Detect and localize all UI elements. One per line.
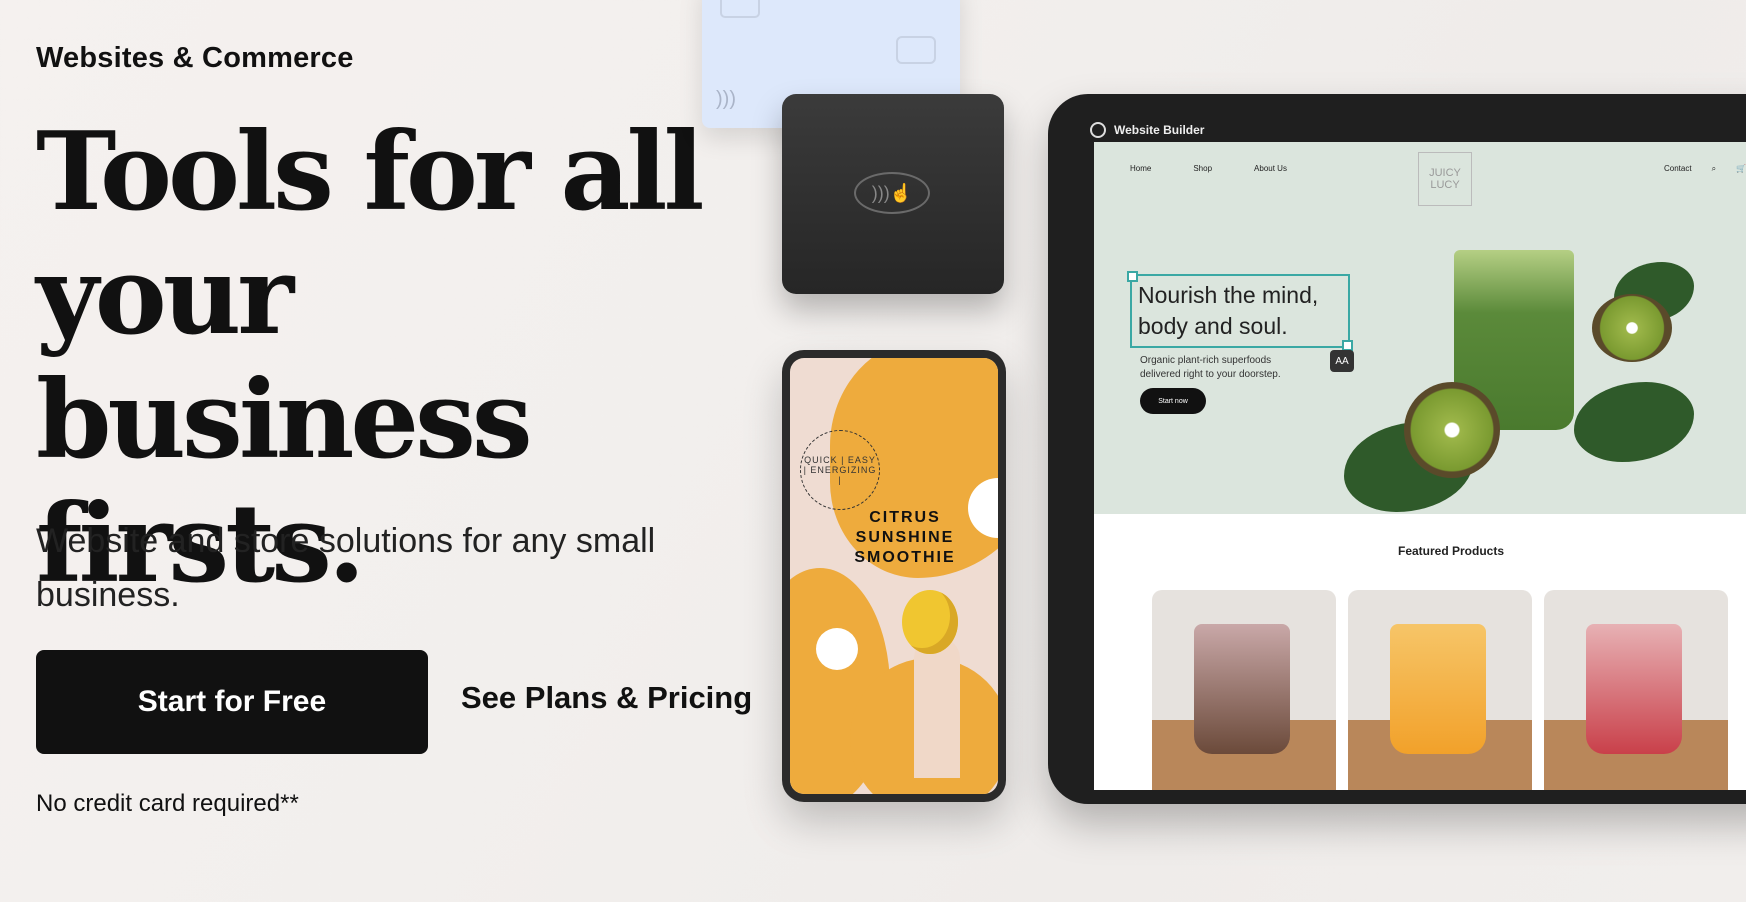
godaddy-logo-icon xyxy=(1090,122,1106,138)
orange-smoothie-image xyxy=(1390,624,1486,754)
hero-section: Websites & Commerce Tools for all your b… xyxy=(36,0,756,902)
website-preview: Home Shop About Us JUICY LUCY Contact ⌕ … xyxy=(1094,142,1746,790)
see-plans-pricing-link[interactable]: See Plans & Pricing xyxy=(461,680,752,716)
site-nav: Home Shop About Us xyxy=(1130,164,1287,173)
card-logo-icon xyxy=(720,0,760,18)
featured-products-title: Featured Products xyxy=(1397,544,1505,558)
leaf-image xyxy=(1574,382,1694,462)
nav-home[interactable]: Home xyxy=(1130,164,1151,173)
kiwi-image xyxy=(1404,382,1500,478)
hand-image xyxy=(914,638,960,778)
card-chip-icon xyxy=(896,36,936,64)
smoothie-title: CITRUS SUNSHINE SMOOTHIE xyxy=(854,509,956,566)
start-now-button[interactable]: Start now xyxy=(1140,388,1206,414)
eyebrow-label: Websites & Commerce xyxy=(36,42,354,74)
white-circle xyxy=(816,628,858,670)
phone-screen: QUICK | EASY | ENERGIZING | CITRUS SUNSH… xyxy=(790,358,998,794)
hero-subheading: Website and store solutions for any smal… xyxy=(36,522,656,614)
text-style-icon[interactable]: AA xyxy=(1330,350,1354,372)
cart-icon[interactable]: 🛒 xyxy=(1736,164,1746,174)
app-name: Website Builder xyxy=(1114,123,1205,137)
card-reader-image: )))☝ xyxy=(782,94,1004,294)
circular-badge-text: QUICK | EASY | ENERGIZING | xyxy=(800,430,880,510)
brand-logo: JUICY LUCY xyxy=(1418,152,1472,206)
kiwi-image xyxy=(1592,294,1672,362)
site-hero: Home Shop About Us JUICY LUCY Contact ⌕ … xyxy=(1094,142,1746,514)
phone-mockup: QUICK | EASY | ENERGIZING | CITRUS SUNSH… xyxy=(782,350,1006,802)
product-grid xyxy=(1152,590,1728,790)
site-nav-right: Contact ⌕ 🛒 xyxy=(1664,164,1746,174)
berry-smoothie-image xyxy=(1194,624,1290,754)
nav-about[interactable]: About Us xyxy=(1254,164,1287,173)
start-for-free-button[interactable]: Start for Free xyxy=(36,650,428,754)
contactless-icon: ))) xyxy=(716,88,736,110)
nav-shop[interactable]: Shop xyxy=(1193,164,1212,173)
tap-to-pay-icon: )))☝ xyxy=(854,172,930,214)
no-credit-card-note: No credit card required** xyxy=(36,790,299,817)
website-builder-bar: Website Builder xyxy=(1090,122,1204,138)
tablet-mockup: Website Builder Home Shop About Us JUICY… xyxy=(1048,94,1746,804)
product-card[interactable] xyxy=(1152,590,1336,790)
nav-contact[interactable]: Contact xyxy=(1664,164,1692,174)
search-icon[interactable]: ⌕ xyxy=(1712,164,1716,174)
lemon-image xyxy=(902,590,958,654)
site-hero-heading[interactable]: Nourish the mind, body and soul. xyxy=(1127,271,1353,351)
site-hero-subtext: Organic plant-rich superfoods delivered … xyxy=(1140,355,1281,380)
product-card[interactable] xyxy=(1544,590,1728,790)
strawberry-smoothie-image xyxy=(1586,624,1682,754)
product-card[interactable] xyxy=(1348,590,1532,790)
